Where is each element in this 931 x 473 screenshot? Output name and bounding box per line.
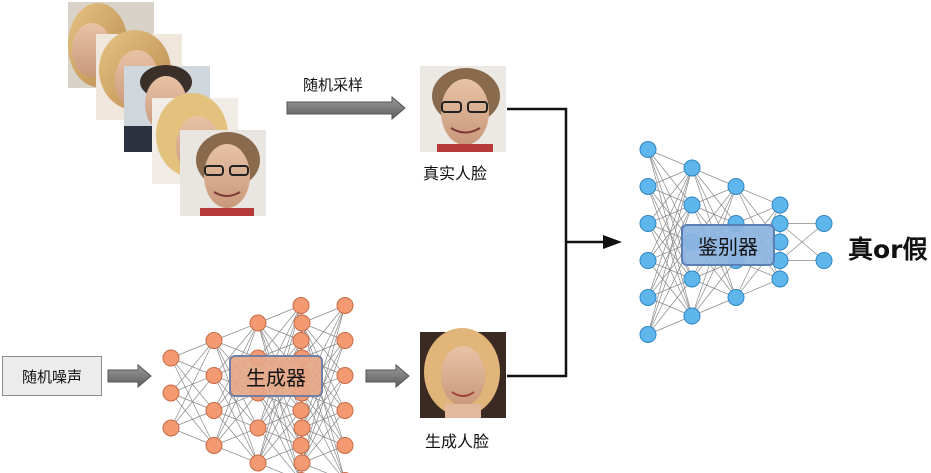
discriminator-label: 鉴别器 [681, 224, 775, 266]
generator-node [162, 349, 180, 367]
generator-node [336, 332, 354, 349]
generator-node [205, 367, 223, 384]
discriminator-node [815, 215, 833, 232]
discriminator-node [815, 252, 833, 269]
discriminator-node [683, 159, 701, 177]
discriminator-node [727, 289, 745, 306]
random-sample-label: 随机采样 [303, 76, 364, 94]
generator-node [205, 437, 223, 454]
generator-node [162, 419, 180, 437]
gan-diagram [68, 2, 833, 473]
random-noise-box: 随机噪声 [2, 356, 102, 396]
real-face-label: 真实人脸 [423, 164, 488, 183]
discriminator-node [639, 326, 657, 343]
generator-node [292, 332, 310, 349]
real-face-photo [420, 66, 506, 152]
generator-node [336, 437, 354, 454]
sample-arrow [286, 95, 406, 121]
discriminator-input-connector [507, 107, 622, 378]
generator-output-arrow [365, 363, 410, 389]
generator-node [249, 314, 267, 332]
generator-node [292, 297, 310, 314]
discriminator-node [771, 270, 789, 288]
discriminator-node [639, 252, 657, 269]
generator-node [336, 367, 354, 384]
generator-node [205, 332, 223, 349]
generator-node [293, 454, 311, 472]
generator-node [336, 297, 354, 314]
discriminator-node [683, 307, 701, 325]
discriminator-node [771, 196, 789, 214]
generator-node [249, 419, 267, 437]
generated-face-photo [420, 328, 506, 418]
discriminator-node [683, 196, 701, 214]
generator-node [293, 419, 311, 437]
discriminator-node [683, 270, 701, 288]
noise-arrow [107, 363, 152, 389]
face-photo-stack [68, 2, 266, 216]
real-or-fake-output: 真or假 [848, 235, 928, 264]
generator-node [293, 314, 311, 332]
face-photo-5 [180, 130, 266, 216]
discriminator-node [639, 215, 657, 232]
discriminator-node [727, 178, 745, 195]
generated-face-label: 生成人脸 [425, 432, 490, 451]
generator-node [292, 402, 310, 419]
generator-node [292, 437, 310, 454]
discriminator-node [639, 289, 657, 306]
discriminator-node [639, 141, 657, 158]
generator-node [162, 384, 180, 402]
generator-node [205, 402, 223, 419]
discriminator-node [639, 178, 657, 195]
generator-node [336, 402, 354, 419]
generator-label: 生成器 [229, 355, 323, 397]
generator-node [249, 454, 267, 472]
